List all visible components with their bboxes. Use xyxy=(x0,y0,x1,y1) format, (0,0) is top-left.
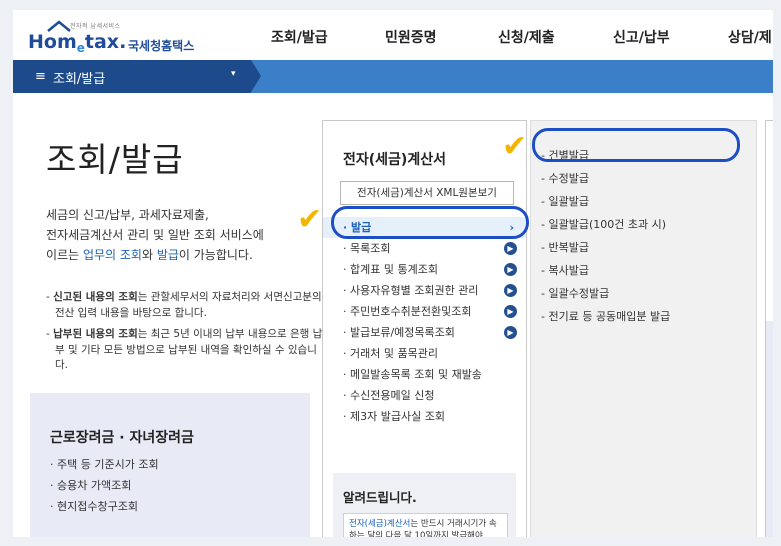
section-nav-bar: ≡ 조회/발급 ▾ xyxy=(13,60,773,93)
submenu-item-bulk-issue[interactable]: - 일괄발급 xyxy=(541,190,670,213)
arrow-right-circle-icon: ▶ xyxy=(504,284,517,297)
checkmark-icon: ✔ xyxy=(502,129,528,164)
inquiry-link[interactable]: 업무의 조회 xyxy=(83,248,142,262)
issue-link[interactable]: 발급 xyxy=(157,248,179,262)
top-header: 전자적 납세서비스 Hometax. 국세청홈택스 조회/발급 민원증명 신청/… xyxy=(13,10,773,60)
highlight-oval-issue xyxy=(331,206,529,239)
submenu-item-repeat-issue[interactable]: - 반복발급 xyxy=(541,236,670,259)
quick-link-item[interactable]: · 현지접수창구조회 xyxy=(50,498,159,519)
menu-item-receive-mail[interactable]: · 수신전용메일 신청 xyxy=(323,385,526,406)
gnb-consult[interactable]: 상담/제 xyxy=(728,27,772,47)
page-description: 세금의 신고/납부, 과세자료제출, 전자세금계산서 관리 및 일반 조회 서비… xyxy=(46,208,264,262)
menu-item-mail-resend[interactable]: · 메일발송목록 조회 및 재발송 xyxy=(323,364,526,385)
menu-item-summary-stats[interactable]: · 합계표 및 통계조회 ▶ xyxy=(323,259,526,280)
section-dropdown[interactable]: ≡ 조회/발급 ▾ xyxy=(13,60,251,93)
page-title: 조회/발급 xyxy=(46,140,184,179)
submenu-item-copy-issue[interactable]: - 복사발급 xyxy=(541,259,670,282)
issue-submenu: - 건별발급 - 수정발급 - 일괄발급 - 일괄발급(100건 초과 시) -… xyxy=(541,144,670,328)
submenu-item-amend-issue[interactable]: - 수정발급 xyxy=(541,167,670,190)
hometax-page: 전자적 납세서비스 Hometax. 국세청홈택스 조회/발급 민원증명 신청/… xyxy=(13,10,773,537)
next-panel-cutoff xyxy=(765,120,773,537)
nav-arrow-shape xyxy=(251,60,261,92)
quick-link-item[interactable]: · 승용차 가액조회 xyxy=(50,477,159,498)
notes-list: - 신고된 내용의 조회는 관할세무서의 자료처리와 서면신고분의 전산 입력 … xyxy=(46,290,326,380)
submenu-item-bulk-issue-100[interactable]: - 일괄발급(100건 초과 시) xyxy=(541,213,670,236)
menu-item-partner-items[interactable]: · 거래처 및 품목관리 xyxy=(323,343,526,364)
menu-item-resident-number[interactable]: · 주민번호수취분전환및조회 ▶ xyxy=(323,301,526,322)
arrow-right-circle-icon: ▶ xyxy=(504,263,517,276)
quick-link-item[interactable]: · 주택 등 기준시가 조회 xyxy=(50,456,159,477)
notice-text: 전자(세금)계산서는 반드시 거래시기가 속하는 달의 다음 달 10일까지 발… xyxy=(343,513,508,537)
chevron-down-icon: ▾ xyxy=(231,69,236,79)
gnb-apply-submit[interactable]: 신청/제출 xyxy=(498,27,555,47)
panel-title: 전자(세금)계산서 xyxy=(343,152,446,168)
note-item: - 신고된 내용의 조회는 관할세무서의 자료처리와 서면신고분의 전산 입력 … xyxy=(46,291,322,319)
e-invoice-menu: · 발급 › · 목록조회 ▶ · 합계표 및 통계조회 ▶ · 사용자유형별 조회권… xyxy=(323,217,526,427)
quick-links-box: 근로장려금 · 자녀장려금 · 주택 등 기준시가 조회 · 승용차 가액조회 … xyxy=(30,393,310,537)
menu-item-third-party[interactable]: · 제3자 발급사실 조회 xyxy=(323,406,526,427)
arrow-right-circle-icon: ▶ xyxy=(504,326,517,339)
logo-korean-name: 국세청홈택스 xyxy=(128,39,195,53)
xml-original-view-button[interactable]: 전자(세금)계산서 XML원본보기 xyxy=(340,181,514,205)
gnb-civil-certificate[interactable]: 민원증명 xyxy=(385,27,437,47)
note-item: - 납부된 내용의 조회는 최근 5년 이내의 납부 내용으로 은행 납부 및 … xyxy=(46,328,323,371)
menu-item-pending-list[interactable]: · 발급보류/예정목록조회 ▶ xyxy=(323,322,526,343)
logo-tagline: 전자적 납세서비스 xyxy=(70,23,121,30)
arrow-right-circle-icon: ▶ xyxy=(504,305,517,318)
logo-brand: Hometax. xyxy=(28,31,127,55)
quick-links-title[interactable]: 근로장려금 · 자녀장려금 xyxy=(50,427,194,447)
menu-item-list-inquiry[interactable]: · 목록조회 ▶ xyxy=(323,238,526,259)
submenu-item-bulk-amend[interactable]: - 일괄수정발급 xyxy=(541,282,670,305)
gnb-report-pay[interactable]: 신고/납부 xyxy=(613,27,670,47)
e-invoice-panel: 전자(세금)계산서 전자(세금)계산서 XML원본보기 · 발급 › · 목록조회… xyxy=(322,120,527,537)
hometax-logo[interactable]: 전자적 납세서비스 Hometax. 국세청홈택스 xyxy=(28,20,203,55)
notice-box: 알려드립니다. 전자(세금)계산서는 반드시 거래시기가 속하는 달의 다음 달… xyxy=(333,473,516,537)
checkmark-icon: ✔ xyxy=(297,202,323,237)
arrow-right-circle-icon: ▶ xyxy=(504,242,517,255)
notice-title: 알려드립니다. xyxy=(343,490,417,505)
hamburger-icon: ≡ xyxy=(35,69,46,84)
issue-submenu-panel: - 건별발급 - 수정발급 - 일괄발급 - 일괄발급(100건 초과 시) -… xyxy=(530,120,757,537)
highlight-oval-single-issue xyxy=(532,128,740,162)
gnb-inquiry-issue[interactable]: 조회/발급 xyxy=(271,27,328,47)
section-title: 조회/발급 xyxy=(53,72,106,87)
submenu-item-shared-purchase[interactable]: - 전기료 등 공동매입분 발급 xyxy=(541,305,670,328)
menu-item-permission-manage[interactable]: · 사용자유형별 조회권한 관리 ▶ xyxy=(323,280,526,301)
